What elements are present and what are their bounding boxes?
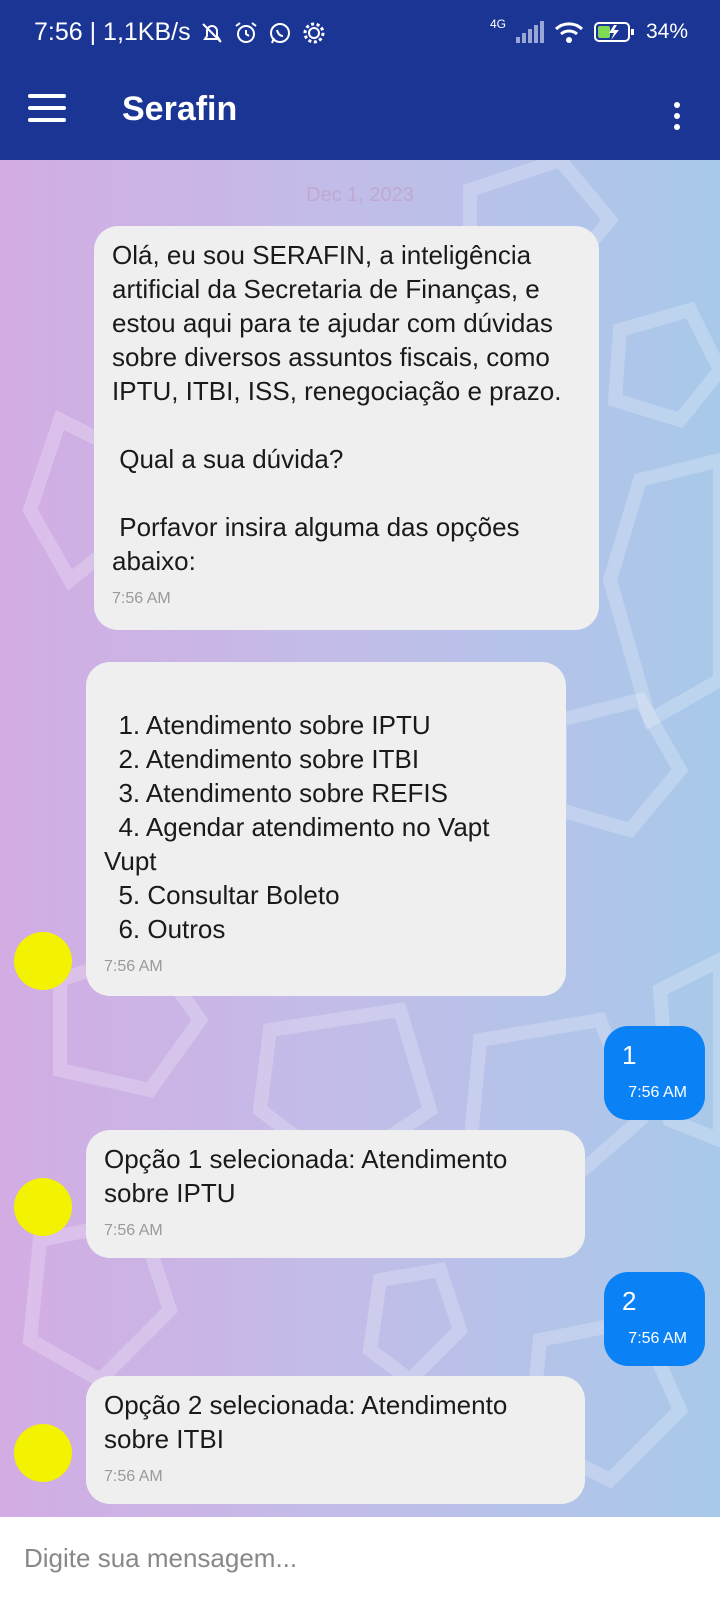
bot-message-bubble: Olá, eu sou SERAFIN, a inteligência arti…	[94, 226, 599, 630]
app-title: Serafin	[122, 90, 238, 128]
message-time: 7:56 AM	[104, 958, 163, 975]
signal-icon	[515, 21, 544, 43]
bot-message-bubble: Opção 1 selecionada: Atendimento sobre I…	[86, 1130, 585, 1258]
settings-gear-icon	[303, 22, 325, 43]
message-text: 1. Atendimento sobre IPTU 2. Atendimento…	[104, 710, 490, 944]
status-time-speed: 7:56 | 1,1KB/s	[34, 18, 191, 46]
chat-area[interactable]: Dec 1, 2023 Olá, eu sou SERAFIN, a intel…	[0, 160, 720, 1517]
more-options-icon[interactable]	[672, 102, 682, 136]
network-type: 4G	[489, 17, 506, 31]
message-time: 7:56 AM	[112, 590, 171, 607]
message-text: Opção 1 selecionada: Atendimento sobre I…	[104, 1144, 515, 1208]
message-input[interactable]	[24, 1535, 684, 1581]
message-text: 2	[622, 1286, 637, 1316]
notifications-muted-icon	[201, 22, 222, 43]
bot-message-bubble: 1. Atendimento sobre IPTU 2. Atendimento…	[86, 662, 566, 996]
user-message-bubble: 1 7:56 AM	[604, 1026, 705, 1120]
message-input-bar	[0, 1517, 720, 1600]
battery-charging-icon	[593, 22, 634, 42]
bot-avatar	[14, 1178, 72, 1236]
battery-level: 34%	[645, 20, 688, 43]
message-time: 7:56 AM	[104, 1222, 163, 1239]
bot-avatar	[14, 1424, 72, 1482]
wifi-icon	[554, 22, 583, 43]
alarm-icon	[234, 21, 257, 43]
date-separator: Dec 1, 2023	[306, 184, 414, 206]
app-bar: Serafin	[0, 66, 720, 160]
user-message-bubble: 2 7:56 AM	[604, 1272, 705, 1366]
message-text: 1	[622, 1040, 637, 1070]
bot-avatar	[14, 932, 72, 990]
menu-icon[interactable]	[28, 94, 66, 134]
message-time: 7:56 AM	[628, 1084, 687, 1101]
message-text: Olá, eu sou SERAFIN, a inteligência arti…	[112, 240, 562, 576]
message-time: 7:56 AM	[628, 1330, 687, 1347]
whatsapp-icon	[269, 22, 290, 43]
status-bar: 7:56 | 1,1KB/s 4G 34%	[0, 0, 720, 66]
message-text: Opção 2 selecionada: Atendimento sobre I…	[104, 1390, 515, 1454]
bot-message-bubble: Opção 2 selecionada: Atendimento sobre I…	[86, 1376, 585, 1504]
message-time: 7:56 AM	[104, 1468, 163, 1485]
